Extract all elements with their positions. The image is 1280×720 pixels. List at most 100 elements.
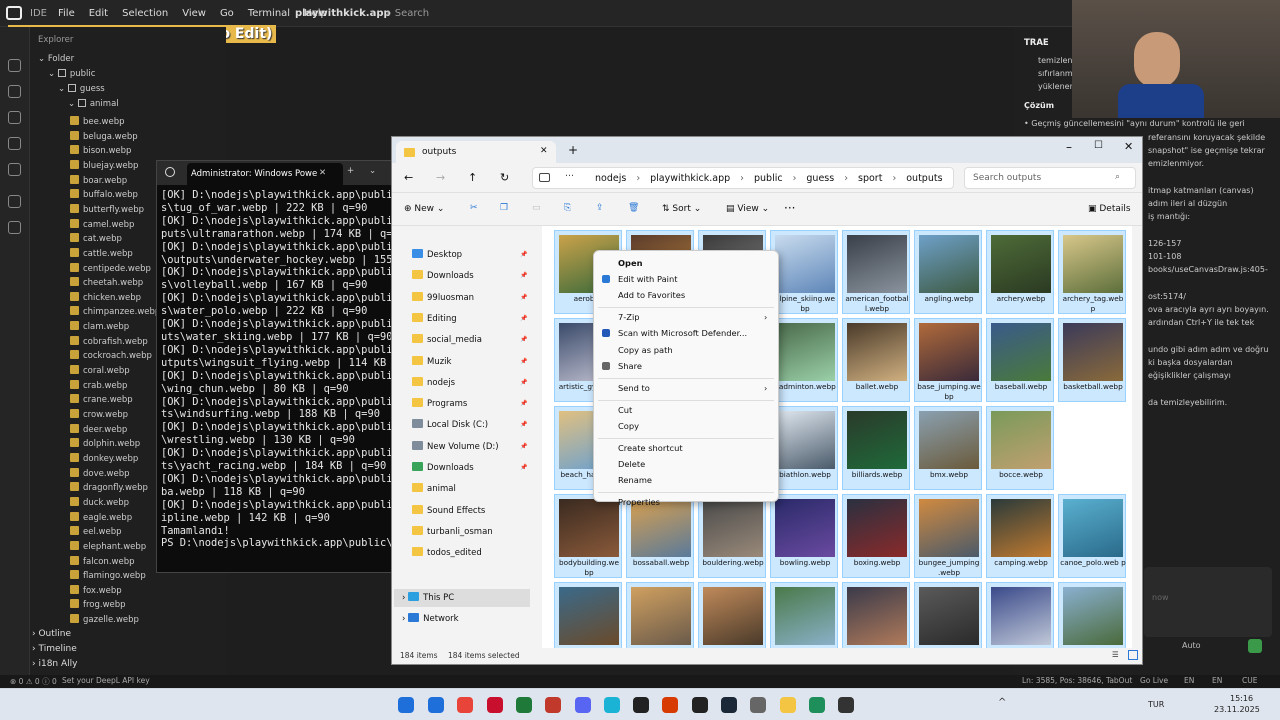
taskbar-app-icon[interactable] (838, 697, 855, 713)
menu-file[interactable]: File (58, 8, 75, 19)
tree-folder[interactable]: ⌄ animal (68, 99, 119, 113)
file-tile[interactable]: alpine_skiing.we bp (770, 230, 838, 314)
file-tile[interactable]: archery.webp (986, 230, 1054, 314)
tree-file[interactable]: duck.webp (70, 496, 129, 511)
tree-file[interactable]: camel.webp (70, 218, 134, 233)
pin-icon[interactable]: 📌 (520, 267, 527, 285)
nav-item-animal[interactable]: animal (412, 480, 456, 498)
file-tile[interactable] (986, 582, 1054, 648)
tree-file[interactable]: centipede.webp (70, 262, 151, 277)
tree-file[interactable]: dove.webp (70, 467, 130, 482)
status-lang1[interactable]: EN (1184, 676, 1194, 685)
file-tile[interactable]: american_footbal l.webp (842, 230, 910, 314)
sort-button[interactable]: ⇅ Sort ⌄ (662, 204, 701, 214)
breadcrumb-sport[interactable]: sport (858, 173, 882, 184)
source-control-icon[interactable] (8, 85, 21, 98)
start-icon[interactable] (398, 697, 414, 713)
tree-file[interactable]: crab.webp (70, 379, 127, 394)
file-tile[interactable]: bungee_jumping .webp (914, 494, 982, 578)
tree-file[interactable]: beluga.webp (70, 130, 138, 145)
nav-item-turbanli-osman[interactable]: turbanli_osman (412, 523, 493, 541)
tree-file[interactable]: butterfly.webp (70, 203, 144, 218)
tree-file[interactable]: buffalo.webp (70, 189, 138, 203)
context-item-7-zip[interactable]: 7-Zip › (618, 310, 774, 324)
forward-icon[interactable]: → (436, 171, 445, 184)
nav-item-99luosman[interactable]: 99luosman 📌 (412, 289, 527, 307)
back-icon[interactable]: ← (404, 171, 413, 184)
copy-icon[interactable]: ❐ (500, 203, 508, 213)
menu-selection[interactable]: Selection (122, 8, 168, 19)
taskbar-app-icon[interactable] (457, 697, 474, 713)
context-item-copy[interactable]: Copy (618, 419, 774, 433)
taskbar-app-icon[interactable] (603, 697, 620, 713)
breadcrumb-outputs[interactable]: outputs (906, 173, 942, 184)
taskbar-app-icon[interactable] (486, 697, 503, 713)
tiles-view-icon[interactable] (1128, 650, 1138, 660)
tree-file[interactable]: bison.webp (70, 145, 131, 159)
file-tile[interactable] (554, 582, 622, 648)
context-item-delete[interactable]: Delete (618, 457, 774, 471)
new-tab-icon[interactable]: + (347, 166, 354, 176)
taskbar-app-icon[interactable] (515, 697, 532, 713)
file-tile[interactable]: boxing.webp (842, 494, 910, 578)
status-problems[interactable]: ⊗ 0 ⚠ 0 ⓘ 0 (10, 676, 57, 687)
window-close-icon[interactable]: ✕ (1124, 140, 1133, 153)
taskbar-app-icon[interactable] (574, 697, 591, 713)
pin-icon[interactable]: 📌 (520, 310, 527, 328)
tree-file[interactable]: falcon.webp (70, 555, 135, 570)
file-tile[interactable]: basketball.webp (1058, 318, 1126, 402)
testing-icon[interactable] (8, 195, 21, 208)
nav-item-desktop[interactable]: Desktop 📌 (412, 246, 527, 264)
pin-icon[interactable]: 📌 (520, 438, 527, 456)
context-item-copy-as-path[interactable]: Copy as path (618, 343, 774, 357)
pin-icon[interactable]: 📌 (520, 246, 527, 264)
menu-edit[interactable]: Edit (89, 8, 108, 19)
powershell-titlebar[interactable]: Administrator: Windows Powe ✕ + ⌄ (157, 161, 393, 185)
file-tile[interactable]: bmx.webp (914, 406, 982, 490)
rename-icon[interactable]: ⎘ (564, 203, 571, 213)
pin-icon[interactable]: 📌 (520, 459, 527, 477)
pin-icon[interactable]: 📌 (520, 289, 527, 307)
nav-item-local-disk-c-[interactable]: Local Disk (C:) 📌 (412, 416, 527, 434)
new-tab-icon[interactable]: + (568, 143, 578, 157)
tree-file[interactable]: clam.webp (70, 321, 129, 335)
new-button[interactable]: ⊕ New ⌄ (404, 204, 444, 214)
status-lang2[interactable]: EN (1212, 676, 1222, 685)
tools-icon[interactable] (8, 221, 21, 234)
file-tile[interactable] (842, 582, 910, 648)
extensions-icon[interactable] (8, 163, 21, 176)
details-button[interactable]: ▣ Details (1088, 204, 1131, 214)
share-icon[interactable]: ⇪ (596, 203, 604, 213)
file-tile[interactable]: billiards.webp (842, 406, 910, 490)
file-tile[interactable]: bocce.webp (986, 406, 1054, 490)
nav-item-this-pc[interactable]: › This PC (394, 589, 530, 607)
section-timeline[interactable]: › Timeline (32, 644, 77, 658)
taskbar-app-icon[interactable] (428, 697, 444, 713)
context-item-edit-with-paint[interactable]: Edit with Paint (618, 272, 774, 286)
section-i18n-ally[interactable]: › i18n Ally (32, 659, 77, 673)
context-item-scan-with-microsoft-defender[interactable]: Scan with Microsoft Defender... (618, 326, 774, 340)
file-tile[interactable]: camping.webp (986, 494, 1054, 578)
tree-file[interactable]: chicken.webp (70, 291, 141, 306)
tray-chevron-icon[interactable]: ^ (998, 697, 1006, 708)
chat-input[interactable]: now Auto (1144, 567, 1272, 653)
pin-icon[interactable]: 📌 (520, 331, 527, 349)
tree-file[interactable]: donkey.webp (70, 452, 138, 467)
remote-icon[interactable] (8, 137, 21, 150)
run-debug-icon[interactable] (8, 111, 21, 124)
up-icon[interactable]: ↑ (468, 171, 477, 184)
tree-file[interactable]: coral.webp (70, 365, 130, 379)
file-tile[interactable]: base_jumping.we bp (914, 318, 982, 402)
menu-go[interactable]: Go (220, 8, 234, 19)
maximize-icon[interactable]: ☐ (1094, 140, 1103, 151)
nav-item-new-volume-d-[interactable]: New Volume (D:) 📌 (412, 438, 527, 456)
context-item-add-to-favorites[interactable]: Add to Favorites (618, 288, 774, 302)
nav-item-programs[interactable]: Programs 📌 (412, 395, 527, 413)
refresh-icon[interactable]: ↻ (500, 171, 509, 184)
status-golive[interactable]: Go Live (1140, 676, 1168, 685)
breadcrumb-nodejs[interactable]: nodejs (595, 173, 626, 184)
taskbar-app-icon[interactable] (750, 697, 767, 713)
input-language[interactable]: TUR (1148, 700, 1164, 709)
file-tile[interactable] (626, 582, 694, 648)
nav-item-nodejs[interactable]: nodejs 📌 (412, 374, 527, 392)
